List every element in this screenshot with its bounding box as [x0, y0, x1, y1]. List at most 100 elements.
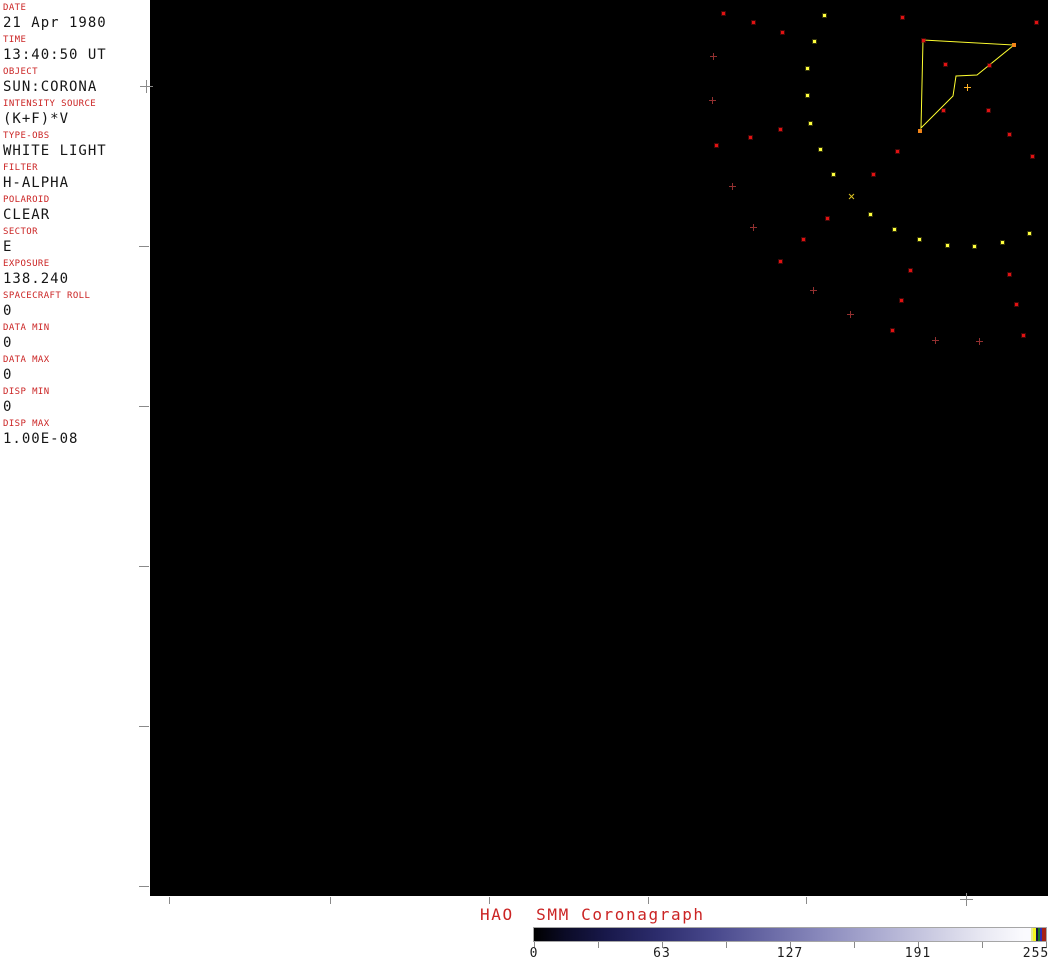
left-plus-marker [140, 80, 153, 93]
star-marker-yellow [918, 238, 921, 241]
colorbar [533, 927, 1047, 942]
bottom-axis-tick [648, 897, 649, 904]
left-axis-tick [139, 726, 149, 727]
star-marker-red [942, 109, 945, 112]
bottom-plus-marker [960, 893, 973, 906]
field-label: DATA MAX [3, 355, 50, 365]
metadata-field-exposure: EXPOSURE 138.240 [3, 259, 69, 288]
left-axis-tick [139, 886, 149, 887]
metadata-field-filter: FILTER H-ALPHA [3, 163, 69, 192]
bottom-axis-tick [169, 897, 170, 904]
field-value: 1.00E-08 [3, 431, 79, 447]
field-value: 13:40:50 UT [3, 47, 107, 63]
metadata-field-disp-max: DISP MAX 1.00E-08 [3, 419, 78, 448]
field-value: 0 [3, 367, 13, 383]
bottom-axis-tick [806, 897, 807, 904]
star-marker-red [722, 12, 725, 15]
field-value: SUN:CORONA [3, 79, 98, 95]
star-marker-red [779, 260, 782, 263]
metadata-field-data-min: DATA MIN 0 [3, 323, 50, 352]
field-value: H-ALPHA [3, 175, 70, 191]
colorbar-tick-label: 127 [776, 946, 804, 960]
star-marker-red [802, 238, 805, 241]
faint-cross-marker [710, 53, 717, 60]
star-marker-yellow [1028, 232, 1031, 235]
faint-cross-marker [709, 97, 716, 104]
star-marker-yellow [869, 213, 872, 216]
field-label: TYPE-OBS [3, 131, 50, 141]
left-axis-tick [139, 246, 149, 247]
star-marker-red [944, 63, 947, 66]
field-value: 0 [3, 399, 13, 415]
field-label: DISP MAX [3, 419, 50, 429]
star-marker-red [1022, 334, 1025, 337]
metadata-field-date: DATE 21 Apr 1980 [3, 3, 107, 32]
star-marker-yellow [813, 40, 816, 43]
star-marker-yellow [806, 67, 809, 70]
coronagraph-viewer-window: DATE 21 Apr 1980 TIME 13:40:50 UT OBJECT SUN:… [0, 0, 1048, 960]
field-value: 138.240 [3, 271, 70, 287]
star-marker-red [749, 136, 752, 139]
field-label: OBJECT [3, 67, 38, 77]
field-label: DATA MIN [3, 323, 50, 333]
metadata-field-sector: SECTOR E [3, 227, 38, 256]
field-value: WHITE LIGHT [3, 143, 107, 159]
field-label: POLAROID [3, 195, 50, 205]
star-marker-red [901, 16, 904, 19]
field-label: SECTOR [3, 227, 38, 237]
bottom-axis-tick [330, 897, 331, 904]
field-label: FILTER [3, 163, 38, 173]
field-value: CLEAR [3, 207, 51, 223]
field-label: SPACECRAFT ROLL [3, 291, 91, 301]
star-marker-red [1031, 155, 1034, 158]
colorbar-tick-label: 255 [1022, 946, 1048, 960]
left-axis-tick [139, 566, 149, 567]
bottom-axis-tick [489, 897, 490, 904]
field-label: INTENSITY SOURCE [3, 99, 97, 109]
field-value: E [3, 239, 13, 255]
faint-cross-marker [750, 224, 757, 231]
star-marker-red [826, 217, 829, 220]
field-label: DISP MIN [3, 387, 50, 397]
star-marker-red [1015, 303, 1018, 306]
faint-cross-marker [932, 337, 939, 344]
metadata-field-type-obs: TYPE-OBS WHITE LIGHT [3, 131, 107, 160]
star-marker-red [891, 329, 894, 332]
metadata-field-time: TIME 13:40:50 UT [3, 35, 107, 64]
star-marker-red [872, 173, 875, 176]
star-marker-red [715, 144, 718, 147]
star-marker-red [987, 109, 990, 112]
field-label: TIME [3, 35, 27, 45]
colorbar-tick [854, 942, 855, 948]
star-marker-red [900, 299, 903, 302]
metadata-field-disp-min: DISP MIN 0 [3, 387, 50, 416]
field-value: 21 Apr 1980 [3, 15, 107, 31]
coronagraph-image [150, 0, 1048, 896]
star-marker-yellow [973, 245, 976, 248]
vertex-dot-marker [918, 129, 922, 133]
colorbar-tick-label: 0 [529, 946, 539, 960]
star-marker-yellow [1001, 241, 1004, 244]
star-marker-yellow [946, 244, 949, 247]
star-marker-yellow [823, 14, 826, 17]
field-value: 0 [3, 335, 13, 351]
footer-title: HAO SMM Coronagraph [480, 905, 705, 924]
metadata-field-spacecraft-roll: SPACECRAFT ROLL 0 [3, 291, 90, 320]
colorbar-tick [982, 942, 983, 948]
star-marker-red [781, 31, 784, 34]
star-marker-red [779, 128, 782, 131]
field-value: (K+F)*V [3, 111, 70, 127]
colorbar-tick [598, 942, 599, 948]
left-axis-tick [139, 406, 149, 407]
metadata-field-data-max: DATA MAX 0 [3, 355, 50, 384]
star-marker-red [896, 150, 899, 153]
star-marker-red [988, 64, 991, 67]
region-polygon-overlay [920, 39, 1016, 130]
colorbar-tick [726, 942, 727, 948]
star-marker-red [752, 21, 755, 24]
orange-cross-marker [964, 84, 971, 91]
metadata-field-object: OBJECT SUN:CORONA [3, 67, 97, 96]
star-marker-yellow [819, 148, 822, 151]
star-marker-red [922, 39, 925, 42]
star-marker-red [909, 269, 912, 272]
